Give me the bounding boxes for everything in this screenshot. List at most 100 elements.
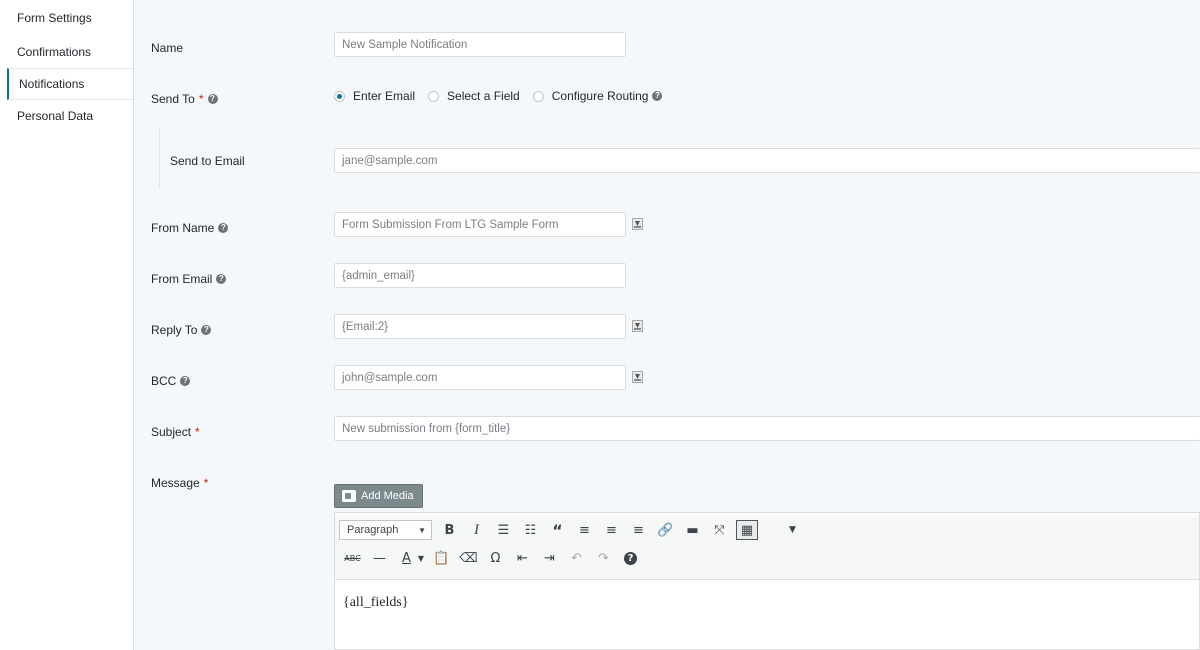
bcc-value: john@sample.com [342,371,438,384]
bcc-input[interactable]: john@sample.com [334,365,626,390]
subject-value: New submission from {form_title} [342,422,511,435]
sidebar-item-notifications[interactable]: Notifications [7,68,133,100]
help-icon[interactable]: ? [216,274,227,284]
subject-label-text: Subject [151,425,192,439]
align-center-icon[interactable]: ≡ [598,518,625,542]
italic-icon[interactable]: I [463,518,490,542]
from-name-label-text: From Name [151,221,215,235]
undo-icon[interactable]: ↶ [563,546,590,570]
from-email-label-text: From Email [151,272,213,286]
bullet-list-icon[interactable]: ☰ [490,518,517,542]
indent-icon[interactable]: ⇥ [536,546,563,570]
send-to-email-value: jane@sample.com [342,154,438,167]
send-to-option-configure-routing[interactable]: Configure Routing ? [532,89,663,103]
caret-down-icon[interactable]: ▼ [414,546,428,570]
radio-label: Enter Email [353,89,416,103]
merge-tag-icon[interactable] [632,320,643,332]
sidebar-item-label: Personal Data [17,109,94,123]
link-icon[interactable]: 🔗 [652,518,679,542]
message-label-text: Message [151,476,200,490]
radio-icon [532,90,544,102]
required-mark: * [198,92,204,106]
sidebar-item-label: Notifications [19,77,85,91]
radio-label: Configure Routing [551,89,649,103]
toolbar-toggle-icon[interactable]: ▦ [736,520,758,540]
merge-tag-icon[interactable] [632,371,643,383]
radio-icon [428,90,440,102]
clear-formatting-icon[interactable]: ⌫ [455,546,482,570]
send-to-email-input[interactable]: jane@sample.com [334,148,1200,173]
send-to-email-label: Send to Email [170,154,245,168]
sidebar-item-label: Confirmations [17,45,92,59]
radio-label: Select a Field [447,89,520,103]
help-icon[interactable]: ? [180,376,191,386]
sidebar-item-form-settings[interactable]: Form Settings [0,2,133,36]
read-more-icon[interactable]: ▬ [679,518,706,542]
name-input[interactable]: New Sample Notification [334,32,626,57]
name-label: Name [151,41,183,55]
horizontal-line-icon[interactable]: — [366,546,393,570]
radio-selected-icon [334,90,345,102]
from-name-value: Form Submission From LTG Sample Form [342,218,559,231]
media-icon [342,490,356,502]
bcc-label-text: BCC [151,374,177,388]
numbered-list-icon[interactable]: ☷ [517,518,544,542]
from-email-input[interactable]: {admin_email} [334,263,626,288]
required-mark: * [203,476,209,490]
format-select-value: Paragraph [347,524,399,536]
required-mark: * [195,425,200,439]
message-label: Message * [151,476,208,490]
reply-to-value: {Email:2} [342,320,389,333]
from-email-value: {admin_email} [342,269,415,282]
redo-icon[interactable]: ↷ [590,546,617,570]
send-to-email-label-text: Send to Email [170,154,245,168]
help-icon[interactable]: ? [207,94,218,104]
merge-tag-icon[interactable] [632,218,643,230]
reply-to-label: Reply To ? [151,323,212,337]
fullscreen-icon[interactable]: ⤧ [706,518,733,542]
notification-form: Name New Sample Notification Send To * ?… [134,0,1200,650]
send-to-option-select-field[interactable]: Select a Field [428,89,520,103]
sidebar-item-confirmations[interactable]: Confirmations [0,36,133,68]
outdent-icon[interactable]: ⇤ [509,546,536,570]
align-left-icon[interactable]: ≡ [571,518,598,542]
from-name-input[interactable]: Form Submission From LTG Sample Form [334,212,626,237]
send-to-label: Send To * ? [151,92,218,106]
help-icon[interactable]: ? [652,91,663,101]
caret-down-icon: ▼ [418,525,426,535]
sidebar-item-personal-data[interactable]: Personal Data [0,100,133,132]
format-select[interactable]: Paragraph ▼ [339,520,432,540]
special-character-icon[interactable]: Ω [482,546,509,570]
add-media-button[interactable]: Add Media [334,484,423,508]
reply-to-label-text: Reply To [151,323,198,337]
bold-icon[interactable]: B [436,518,463,542]
editor-content-text: {all_fields} [343,595,409,610]
from-name-label: From Name ? [151,221,229,235]
toolbar-row-2: ABC — A ▼ 📋 ⌫ Ω ⇤ ⇥ ↶ ↷ ? [335,544,1199,572]
paste-as-text-icon[interactable]: 📋 [428,546,455,570]
help-icon[interactable]: ? [218,223,229,233]
name-input-value: New Sample Notification [342,38,468,51]
name-label-text: Name [151,41,184,55]
blockquote-icon[interactable]: “ [544,518,571,542]
bcc-label: BCC ? [151,374,191,388]
reply-to-input[interactable]: {Email:2} [334,314,626,339]
subsection-divider [159,128,160,188]
help-icon[interactable]: ? [617,546,644,570]
toolbar-row-1: Paragraph ▼ B I ☰ ☷ “ ≡ ≡ ≡ 🔗 ▬ ⤧ ▦ ▼ [335,516,1199,544]
send-to-options: Enter Email Select a Field Configure Rou… [334,89,675,103]
text-mode-dropdown-icon[interactable]: ▼ [779,518,806,542]
strikethrough-icon[interactable]: ABC [339,546,366,570]
add-media-label: Add Media [361,490,414,502]
send-to-label-text: Send To [151,92,195,106]
from-email-label: From Email ? [151,272,227,286]
send-to-option-enter-email[interactable]: Enter Email [334,89,415,103]
subject-input[interactable]: New submission from {form_title} [334,416,1200,441]
sidebar-item-label: Form Settings [17,11,92,25]
editor-toolbar: Paragraph ▼ B I ☰ ☷ “ ≡ ≡ ≡ 🔗 ▬ ⤧ ▦ ▼ AB… [335,516,1199,580]
editor-content[interactable]: {all_fields} [335,580,1199,626]
subject-label: Subject * [151,425,200,439]
help-icon[interactable]: ? [201,325,212,335]
message-editor: Paragraph ▼ B I ☰ ☷ “ ≡ ≡ ≡ 🔗 ▬ ⤧ ▦ ▼ AB… [334,512,1200,650]
align-right-icon[interactable]: ≡ [625,518,652,542]
